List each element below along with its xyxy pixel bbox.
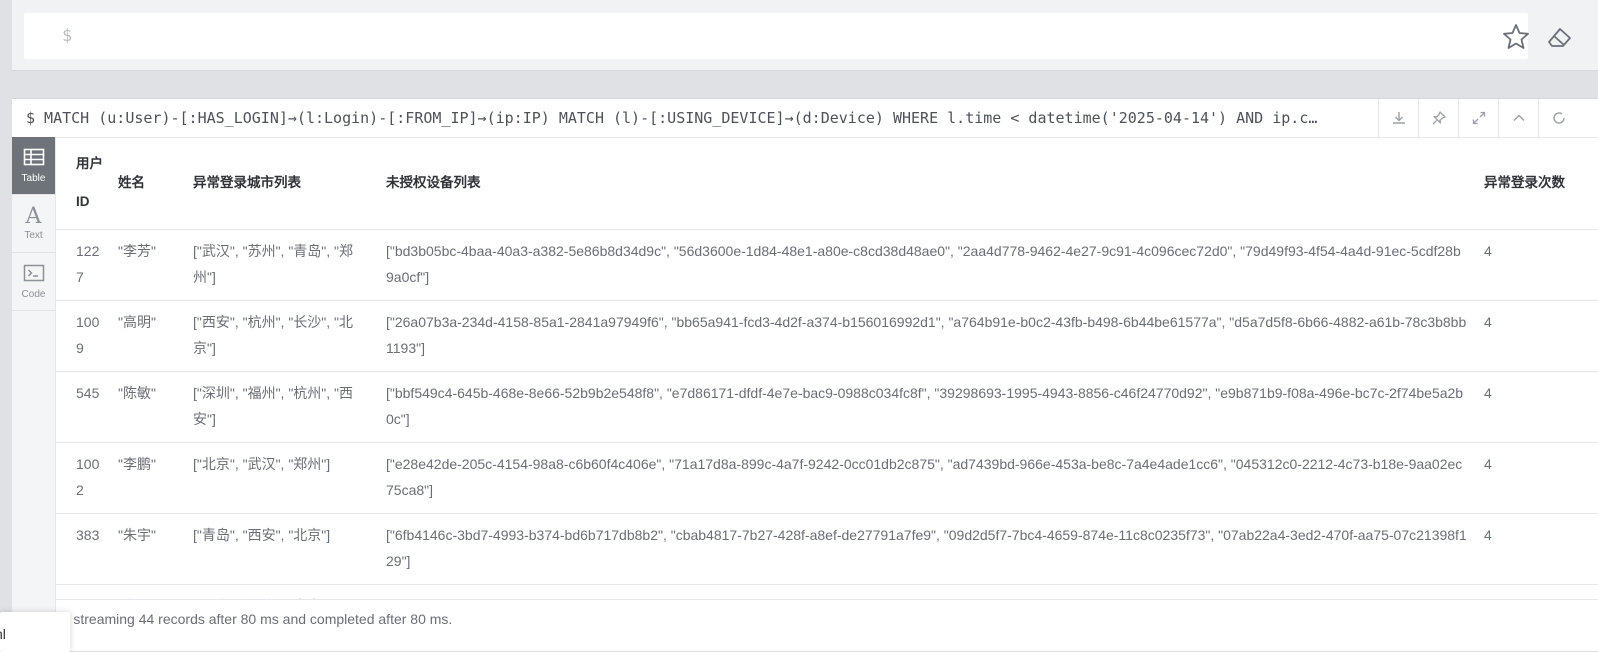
code-icon — [23, 264, 45, 287]
cell-user-id: 1002 — [56, 442, 112, 514]
cell-user-id: 1009 — [56, 300, 112, 372]
cell-name: "陈敏" — [112, 371, 179, 443]
collapse-chevron-up-icon[interactable] — [1498, 99, 1539, 137]
corner-popup-text: hl — [0, 626, 6, 642]
result-table: 用户ID 姓名 异常登录城市列表 未授权设备列表 异常登录次数 1227 "李芳… — [56, 137, 1598, 599]
table-row: 383 "朱宇" ["青岛", "西安", "北京"] ["6fb4146c-3… — [56, 513, 1598, 585]
eraser-icon[interactable] — [1543, 22, 1573, 52]
cell-cities: ["深圳", "福州", "杭州", "西安"] — [179, 371, 372, 443]
expand-icon[interactable] — [1458, 99, 1499, 137]
table-row: 53 "李军" ["西安", "济南", "青岛"] ["38e00e79-d6… — [56, 584, 1598, 599]
cell-devices: ["26a07b3a-234d-4158-85a1-2841a97949f6",… — [372, 300, 1476, 372]
tab-code[interactable]: Code — [12, 253, 55, 311]
pin-icon[interactable] — [1418, 99, 1459, 137]
column-header-count: 异常登录次数 — [1476, 137, 1598, 230]
cell-count: 4 — [1476, 371, 1598, 443]
status-bar: ted streaming 44 records after 80 ms and… — [50, 599, 1598, 640]
status-text: ted streaming 44 records after 80 ms and… — [50, 611, 453, 627]
tab-text[interactable]: A Text — [12, 195, 55, 253]
view-tabs: Table A Text Code — [12, 137, 56, 651]
command-input[interactable]: $ — [24, 13, 1528, 59]
cell-count: 3 — [1476, 584, 1598, 599]
favorite-star-icon[interactable] — [1501, 22, 1531, 52]
column-header-user-id: 用户ID — [56, 137, 112, 230]
cell-count: 4 — [1476, 442, 1598, 514]
cell-user-id: 1227 — [56, 229, 112, 301]
column-header-cities: 异常登录城市列表 — [179, 137, 372, 230]
cell-user-id: 383 — [56, 513, 112, 585]
tab-table[interactable]: Table — [12, 137, 55, 195]
cell-name: "朱宇" — [112, 513, 179, 585]
table-header-row: 用户ID 姓名 异常登录城市列表 未授权设备列表 异常登录次数 — [56, 137, 1598, 230]
tab-code-label: Code — [21, 288, 46, 300]
table-row: 1002 "李鹏" ["北京", "武汉", "郑州"] ["e28e42de-… — [56, 442, 1598, 514]
frame-header: $ MATCH (u:User)-[:HAS_LOGIN]→(l:Login)-… — [12, 99, 1598, 138]
cell-devices: ["6fb4146c-3bd7-4993-b374-bd6b717db8b2",… — [372, 513, 1476, 585]
table-row: 545 "陈敏" ["深圳", "福州", "杭州", "西安"] ["bbf5… — [56, 371, 1598, 443]
cell-cities: ["青岛", "西安", "北京"] — [179, 513, 372, 585]
query-text[interactable]: $ MATCH (u:User)-[:HAS_LOGIN]→(l:Login)-… — [26, 99, 1376, 137]
cell-devices: ["e28e42de-205c-4154-98a8-c6b60f4c406e",… — [372, 442, 1476, 514]
cell-user-id: 545 — [56, 371, 112, 443]
prompt-symbol: $ — [62, 26, 73, 46]
cell-name: "李芳" — [112, 229, 179, 301]
rerun-icon[interactable] — [1538, 99, 1598, 137]
cell-devices: ["bd3b05bc-4baa-40a3-a382-5e86b8d34d9c",… — [372, 229, 1476, 301]
cell-cities: ["武汉", "苏州", "青岛", "郑州"] — [179, 229, 372, 301]
cell-user-id: 53 — [56, 584, 112, 599]
cell-name: "高明" — [112, 300, 179, 372]
text-icon: A — [25, 204, 42, 229]
table-row: 1227 "李芳" ["武汉", "苏州", "青岛", "郑州"] ["bd3… — [56, 229, 1598, 301]
cell-devices: ["bbf549c4-645b-468e-8e66-52b9b2e548f8",… — [372, 371, 1476, 443]
column-header-devices: 未授权设备列表 — [372, 137, 1476, 230]
result-frame: $ MATCH (u:User)-[:HAS_LOGIN]→(l:Login)-… — [12, 98, 1598, 651]
tab-table-label: Table — [21, 172, 46, 184]
cell-count: 4 — [1476, 229, 1598, 301]
cell-cities: ["北京", "武汉", "郑州"] — [179, 442, 372, 514]
download-icon[interactable] — [1378, 99, 1419, 137]
column-header-name: 姓名 — [112, 137, 179, 230]
corner-popup[interactable]: hl — [0, 612, 70, 652]
editor-bar: $ — [12, 0, 1598, 71]
cell-count: 4 — [1476, 300, 1598, 372]
table-icon — [23, 148, 45, 171]
result-table-container[interactable]: 用户ID 姓名 异常登录城市列表 未授权设备列表 异常登录次数 1227 "李芳… — [56, 137, 1598, 599]
cell-cities: ["西安", "杭州", "长沙", "北京"] — [179, 300, 372, 372]
tab-text-label: Text — [24, 230, 43, 241]
cell-name: "李军" — [112, 584, 179, 599]
cell-name: "李鹏" — [112, 442, 179, 514]
cell-devices: ["38e00e79-d6fa-4fc3-aeff-c3cb3c86a3cb",… — [372, 584, 1476, 599]
cell-cities: ["西安", "济南", "青岛"] — [179, 584, 372, 599]
table-row: 1009 "高明" ["西安", "杭州", "长沙", "北京"] ["26a… — [56, 300, 1598, 372]
cell-count: 4 — [1476, 513, 1598, 585]
